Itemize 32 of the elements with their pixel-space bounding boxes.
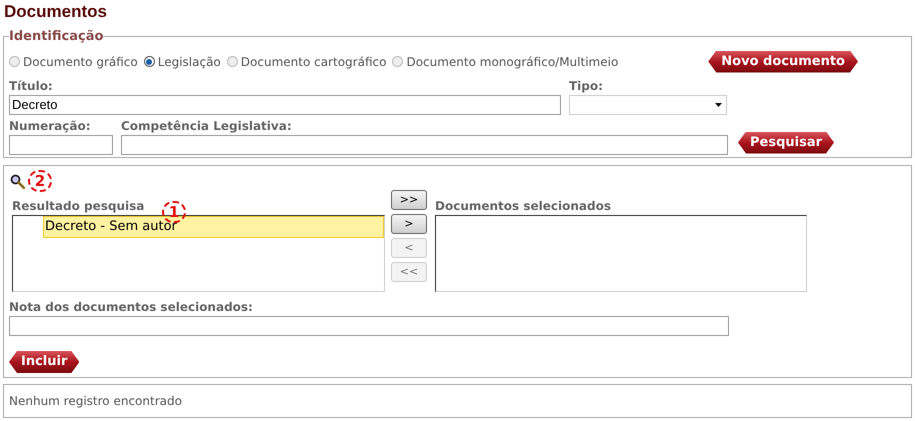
include-button[interactable]: Incluir [9,351,80,373]
status-message: Nenhum registro encontrado [9,393,182,410]
field-label: Título: [9,78,54,94]
page-title: Documentos [3,1,108,23]
caret-icon [715,102,722,106]
move-button[interactable]: > [391,214,427,234]
radio-button[interactable] [9,56,20,67]
radio-label: Legislação [158,54,221,70]
radio-button[interactable] [226,56,238,67]
search-button[interactable]: Pesquisar [738,132,834,154]
radio-label: Documento monográfico/Multimeio [406,54,618,70]
title-field[interactable]: Decreto [9,94,561,114]
type-dropdown[interactable] [569,94,727,114]
field-label: Tipo: [569,78,604,94]
result-item[interactable]: Decreto - Sem autor [43,216,384,238]
annotation-number: 2 [28,170,52,192]
radio-label: Documento gráfico [23,54,138,70]
field-label: Numeração: [9,118,92,134]
radio-button[interactable] [392,56,404,67]
panel-legend: Identificação [9,27,104,46]
numbering-field[interactable] [9,134,113,154]
list-label: Resultado pesquisa [12,198,144,215]
search-icon [10,174,25,188]
radio-label: Documento cartográfico [240,54,386,70]
radio-button[interactable] [144,56,155,67]
new-document-button[interactable]: Novo documento [708,50,858,72]
competence-field[interactable] [121,134,728,154]
move-button[interactable]: >> [391,190,427,210]
list-label: Documentos selecionados [435,198,612,215]
field-label: Nota dos documentos selecionados: [9,299,254,316]
field-label: Competência Legislativa: [121,118,293,134]
note-field[interactable] [9,316,729,336]
